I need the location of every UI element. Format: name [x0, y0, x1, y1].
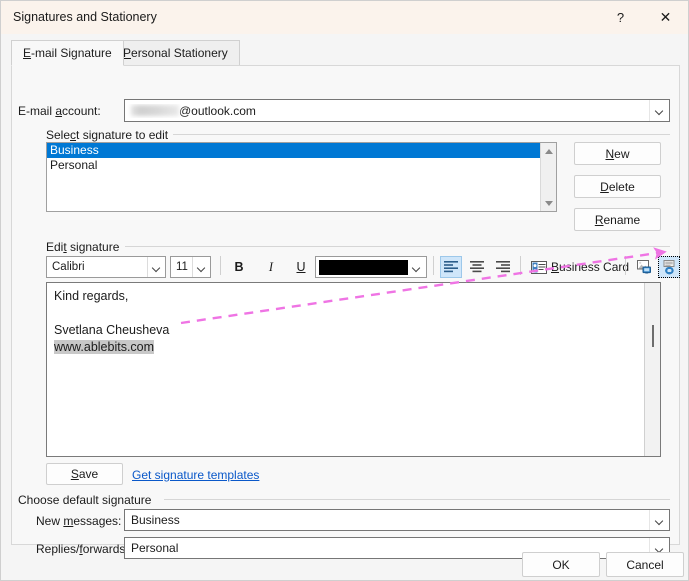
ok-button[interactable]: OK — [522, 552, 600, 577]
editor-scrollbar[interactable] — [644, 283, 660, 456]
align-left-icon — [444, 261, 458, 273]
align-left-button[interactable] — [440, 256, 462, 278]
toolbar-separator-1 — [220, 256, 221, 275]
signatures-and-stationery-dialog: Signatures and Stationery ? ✕ E-mail Sig… — [0, 0, 689, 581]
font-family-combo[interactable]: Calibri — [46, 256, 166, 278]
signature-line-3: Svetlana Cheusheva — [54, 323, 170, 337]
list-item-business[interactable]: Business — [47, 143, 556, 158]
business-card-icon — [531, 260, 547, 274]
font-family-value: Calibri — [52, 261, 85, 273]
insert-hyperlink-button[interactable] — [658, 256, 680, 278]
toolbar-separator-4 — [625, 256, 626, 275]
font-size-combo[interactable]: 11 — [170, 256, 211, 278]
dialog-body: E-mail Signature Personal Stationery E-m… — [1, 34, 688, 580]
align-right-icon — [496, 261, 510, 273]
toolbar-separator-2 — [433, 256, 434, 275]
signature-editor[interactable]: Kind regards, Svetlana Cheusheva www.abl… — [46, 282, 661, 457]
chevron-down-icon[interactable] — [408, 257, 426, 277]
toolbar-separator-3 — [520, 256, 521, 275]
insert-picture-button[interactable] — [632, 256, 654, 278]
signature-listbox[interactable]: Business Personal — [46, 142, 557, 212]
group-divider-1 — [172, 134, 670, 135]
new-messages-value: Business — [131, 513, 180, 527]
default-signature-group-label: Choose default signature — [18, 493, 157, 507]
signature-editor-content: Kind regards, Svetlana Cheusheva www.abl… — [54, 288, 169, 356]
group-divider-2 — [125, 246, 670, 247]
window-title: Signatures and Stationery — [13, 10, 157, 24]
email-account-label: E-mail account: — [18, 104, 101, 118]
signature-line-4: www.ablebits.com — [54, 339, 169, 356]
triangle-down-icon[interactable] — [541, 195, 556, 211]
list-item-personal[interactable]: Personal — [47, 158, 556, 173]
new-messages-label: New messages: — [36, 514, 122, 528]
new-signature-button[interactable]: New — [574, 142, 661, 165]
underline-button[interactable]: U — [290, 256, 312, 278]
chevron-down-icon[interactable] — [649, 100, 669, 121]
italic-button[interactable]: I — [260, 256, 282, 278]
business-card-button[interactable]: Business Card — [527, 256, 633, 278]
close-button[interactable]: ✕ — [643, 1, 688, 33]
align-center-icon — [470, 261, 484, 273]
tab-email-signature[interactable]: E-mail Signature — [11, 40, 124, 66]
insert-picture-icon — [636, 259, 651, 273]
bold-button[interactable]: B — [228, 256, 250, 278]
redacted-username — [131, 104, 179, 116]
selected-text: www.ablebits.com — [54, 340, 155, 354]
edit-signature-group-label: Edit signature — [46, 240, 125, 254]
tab-panel-email-signature: E-mail account: @outlook.com Select sign… — [11, 65, 680, 559]
chevron-down-icon[interactable] — [147, 257, 165, 277]
business-card-label: Business Card — [551, 260, 630, 274]
cancel-button[interactable]: Cancel — [606, 552, 684, 577]
help-button[interactable]: ? — [598, 1, 643, 33]
email-account-value: @outlook.com — [125, 104, 649, 118]
delete-signature-button[interactable]: Delete — [574, 175, 661, 198]
signature-line-2 — [54, 305, 169, 322]
font-color-swatch — [319, 259, 408, 275]
font-color-button[interactable] — [315, 256, 427, 278]
email-account-combo[interactable]: @outlook.com — [124, 99, 670, 122]
insert-hyperlink-icon — [663, 259, 674, 274]
font-size-value: 11 — [176, 261, 188, 273]
align-center-button[interactable] — [466, 256, 488, 278]
replies-forwards-label: Replies/forwards: — [36, 542, 129, 556]
align-right-button[interactable] — [492, 256, 514, 278]
tab-personal-stationery[interactable]: Personal Stationery — [111, 40, 240, 66]
group-divider-3 — [164, 499, 670, 500]
chevron-down-icon[interactable] — [192, 257, 210, 277]
save-button[interactable]: Save — [46, 463, 123, 485]
editor-scrollbar-thumb[interactable] — [652, 325, 654, 347]
signature-line-1: Kind regards, — [54, 289, 129, 303]
title-bar: Signatures and Stationery ? ✕ — [1, 1, 688, 34]
chevron-down-icon[interactable] — [649, 510, 669, 530]
listbox-scrollbar[interactable] — [540, 143, 556, 211]
select-signature-group-label: Select signature to edit — [46, 128, 174, 142]
get-signature-templates-link[interactable]: Get signature templates — [132, 468, 259, 482]
new-messages-combo[interactable]: Business — [124, 509, 670, 531]
rename-signature-button[interactable]: Rename — [574, 208, 661, 231]
triangle-up-icon[interactable] — [541, 143, 556, 159]
